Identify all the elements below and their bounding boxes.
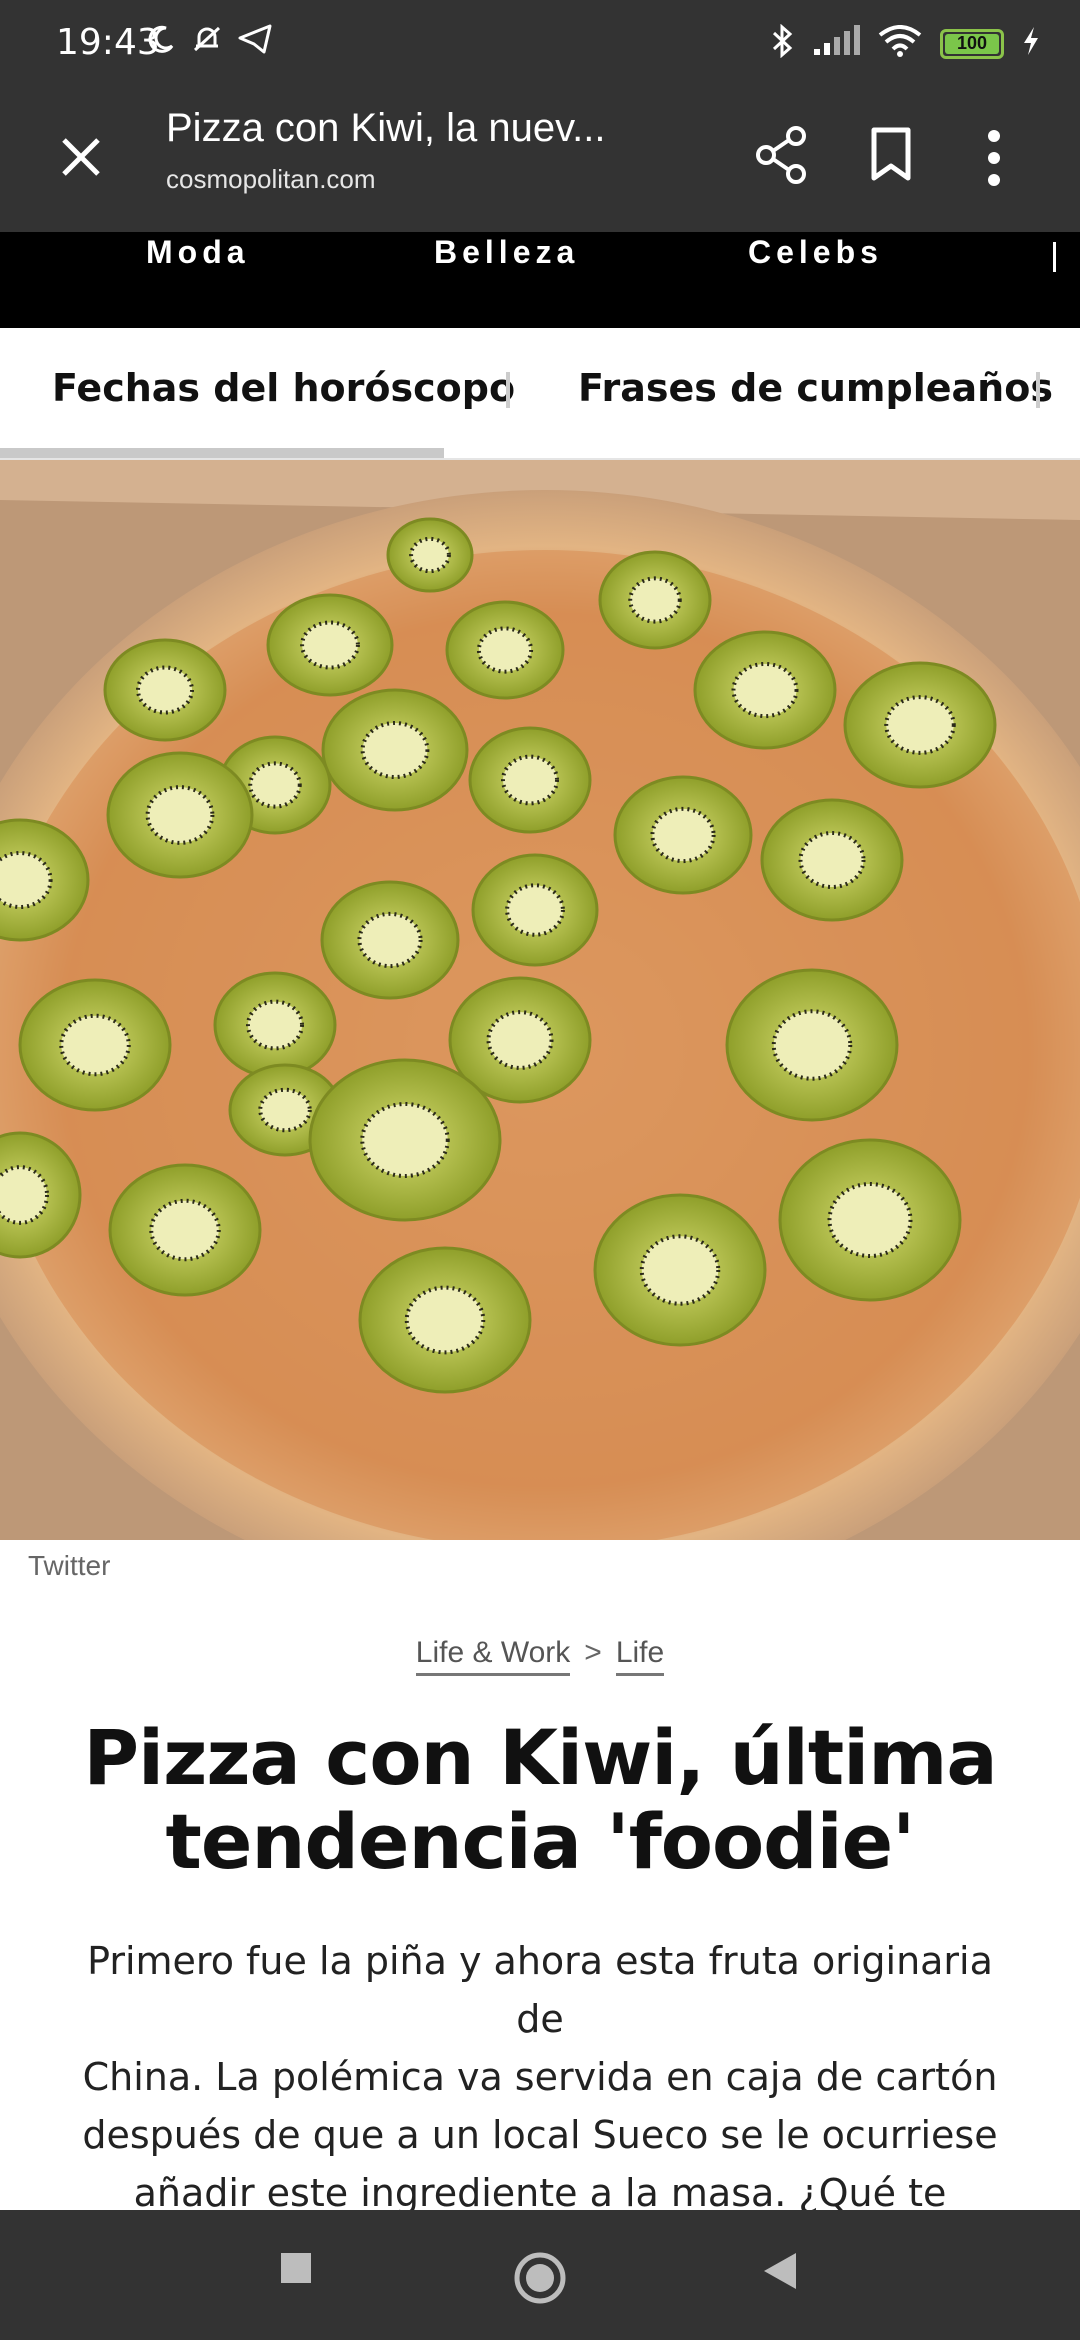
kiwi-core [404, 1285, 486, 1355]
more-vert-icon[interactable] [984, 128, 1004, 193]
image-credit: Twitter [28, 1550, 111, 1581]
kiwi-core [360, 1102, 450, 1178]
close-icon[interactable] [52, 128, 110, 186]
status-time: 19:43 [56, 22, 160, 63]
kiwi-core [476, 626, 534, 674]
system-nav-bar [0, 2210, 1080, 2340]
kiwi-core [300, 620, 360, 670]
article-hero-image [0, 460, 1080, 1540]
tab-divider [506, 372, 510, 408]
telegram-icon [238, 24, 272, 59]
kiwi-core [501, 754, 559, 806]
kiwi-core [136, 665, 194, 715]
breadcrumb-life[interactable]: Life [615, 1636, 665, 1676]
nav-item-belleza[interactable]: Belleza [434, 234, 579, 271]
kiwi-core [486, 1010, 554, 1070]
kiwi-core [59, 1013, 131, 1077]
breadcrumb: Life & Work > Life [0, 1636, 1080, 1676]
browser-toolbar: Pizza con Kiwi, la nuev... cosmopolitan.… [0, 92, 1080, 232]
wifi-icon [878, 25, 922, 62]
tab-fechas-horoscopo[interactable]: Fechas del horóscopo [52, 366, 515, 410]
kiwi-core [248, 761, 302, 809]
battery-icon: 100 [940, 28, 1004, 59]
kiwi-core [798, 831, 866, 889]
kiwi-core [731, 661, 799, 719]
kiwi-core [258, 1087, 312, 1133]
charging-icon [1022, 26, 1040, 61]
tab-frases-cumpleanos[interactable]: Frases de cumpleaños [578, 366, 1053, 410]
moon-icon [146, 24, 176, 59]
kiwi-core [771, 1009, 853, 1081]
kiwi-core [628, 576, 682, 624]
signal-icon [812, 25, 860, 62]
main-nav: Moda Belleza Celebs [0, 232, 1080, 328]
nav-item-moda[interactable]: Moda [146, 234, 250, 271]
bluetooth-icon [770, 23, 794, 63]
nav-item-celebs[interactable]: Celebs [748, 234, 883, 271]
tab-divider [1036, 372, 1040, 408]
bell-off-icon [190, 22, 224, 61]
kiwi-core [650, 806, 716, 864]
kiwi-core [884, 695, 956, 755]
status-bar: 19:43 100 [0, 0, 1080, 92]
breadcrumb-separator: > [584, 1636, 602, 1669]
pizza-kiwi-photo [0, 460, 1080, 1540]
kiwi-core [505, 883, 565, 937]
kiwi-core [246, 999, 304, 1051]
kiwi-core [409, 536, 451, 574]
kiwi-core [827, 1182, 913, 1258]
bookmark-icon[interactable] [866, 124, 916, 191]
kiwi-core [149, 1198, 221, 1262]
kiwi-core [145, 785, 215, 845]
page-title: Pizza con Kiwi, la nuev... [166, 106, 606, 150]
back-button[interactable] [760, 2250, 800, 2297]
share-icon[interactable] [752, 124, 812, 191]
breadcrumb-life-work[interactable]: Life & Work [415, 1636, 571, 1676]
article-headline: Pizza con Kiwi, última tendencia 'foodie… [83, 1713, 997, 1886]
home-button[interactable] [512, 2250, 568, 2311]
nav-divider [1053, 242, 1056, 272]
tab-scroll-indicator [0, 448, 444, 458]
kiwi-core [357, 911, 423, 969]
recents-button[interactable] [278, 2250, 314, 2291]
page-domain: cosmopolitan.com [166, 164, 376, 194]
kiwi-core [639, 1234, 721, 1306]
sub-nav: Fechas del horóscopo Frases de cumpleaño… [0, 328, 1080, 460]
kiwi-core [360, 721, 430, 779]
